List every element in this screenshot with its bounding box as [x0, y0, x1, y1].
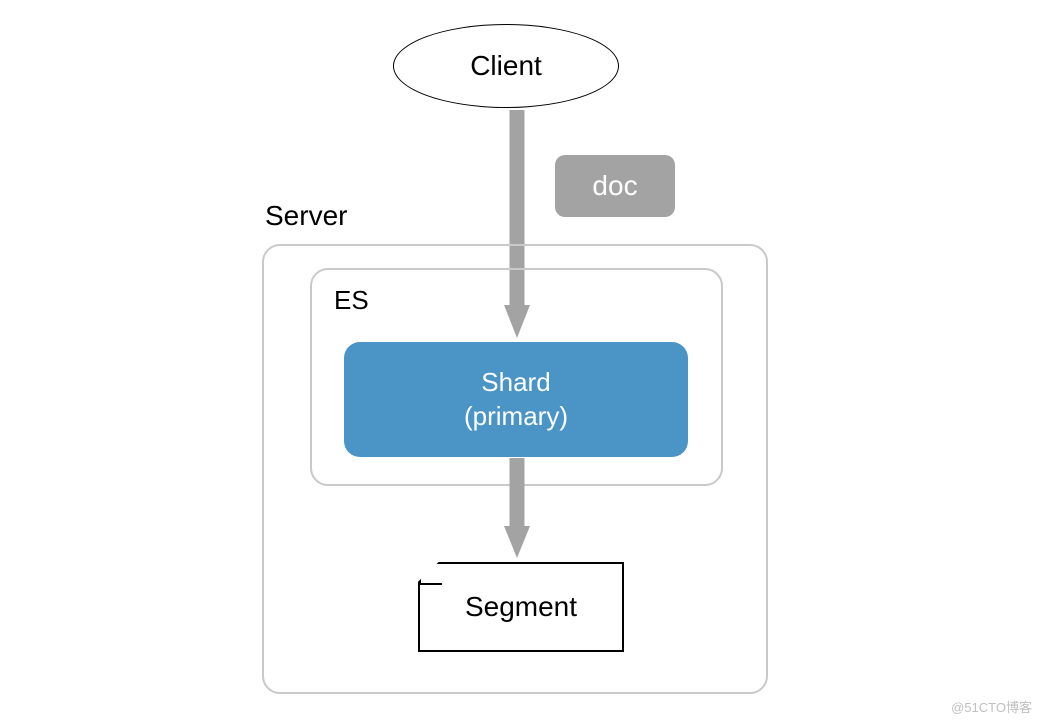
arrow-shard-to-segment	[504, 458, 530, 558]
client-node: Client	[393, 24, 619, 108]
watermark-text: @51CTO博客	[951, 697, 1032, 716]
doc-badge: doc	[555, 155, 675, 217]
shard-label-line2: (primary)	[464, 400, 568, 434]
es-label: ES	[334, 285, 369, 316]
shard-label-line1: Shard	[481, 366, 550, 400]
segment-node: Segment	[418, 562, 624, 652]
server-label: Server	[265, 200, 347, 232]
segment-label: Segment	[465, 591, 577, 623]
doc-label: doc	[592, 170, 637, 202]
client-label: Client	[470, 50, 542, 82]
shard-node: Shard (primary)	[344, 342, 688, 457]
